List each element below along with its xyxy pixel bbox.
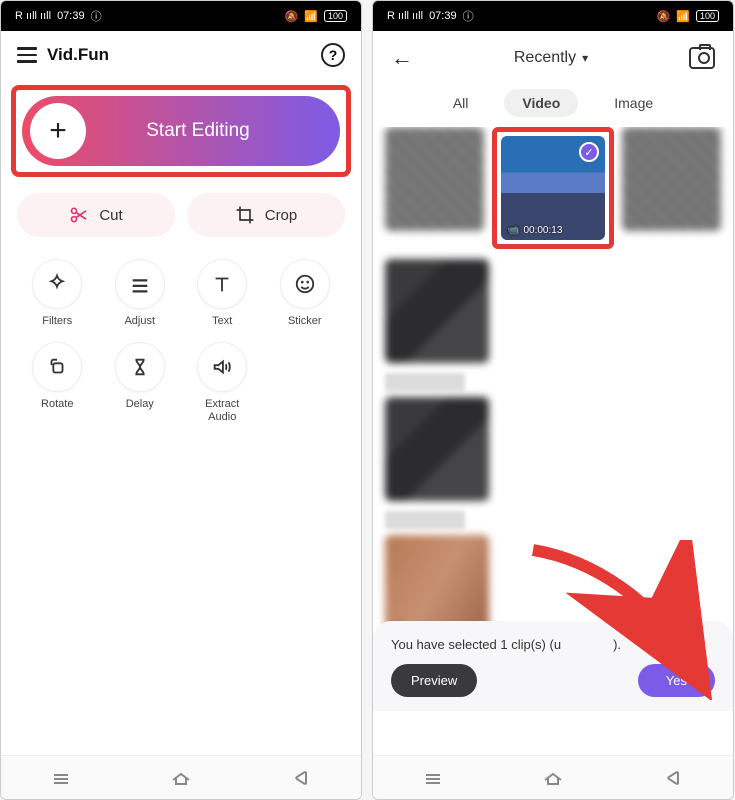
date-divider — [385, 511, 465, 529]
left-phone: R ııll ııll 07:39 ⓘ 🔕 📶 100 Vid.Fun ? + … — [0, 0, 362, 800]
help-icon[interactable]: ? — [321, 43, 345, 67]
right-phone: R ııll ııll 07:39 ⓘ 🔕 📶 100 ← Recently ▾… — [372, 0, 734, 800]
media-gallery[interactable]: ✓ 📹 00:00:13 📹 00:00:16 — [373, 127, 733, 651]
tool-text[interactable]: Text — [186, 259, 259, 328]
yes-button[interactable]: Yes — [638, 664, 715, 697]
android-nav-bar — [373, 755, 733, 799]
android-nav-bar — [1, 755, 361, 799]
smile-icon — [294, 273, 316, 295]
selected-video-highlight: ✓ 📹 00:00:13 — [492, 127, 614, 249]
recent-apps-icon[interactable] — [49, 766, 73, 790]
video-thumbnail-selected[interactable]: ✓ 📹 00:00:13 — [501, 136, 605, 240]
tool-label: Filters — [42, 315, 72, 328]
crop-button[interactable]: Crop — [187, 193, 345, 237]
home-screen: Vid.Fun ? + Start Editing Cut Crop Filte… — [1, 31, 361, 755]
selection-message: You have selected 1 clip(s) (uxxxxxxxx). — [391, 637, 715, 652]
signal-indicator: R ııll ııll — [387, 10, 423, 22]
video-duration: 📹 00:00:13 — [507, 225, 562, 236]
tool-delay[interactable]: Delay — [104, 342, 177, 424]
rotate-icon — [46, 356, 68, 378]
camera-icon[interactable] — [689, 47, 715, 69]
battery-indicator: 100 — [696, 10, 719, 22]
app-title: Vid.Fun — [47, 45, 321, 65]
tool-label: Text — [212, 315, 232, 328]
tab-image[interactable]: Image — [596, 89, 671, 117]
chevron-down-icon: ▾ — [582, 51, 588, 65]
crop-icon — [235, 205, 255, 225]
date-divider — [385, 373, 465, 391]
tool-label: Rotate — [41, 398, 73, 411]
tool-label: Delay — [126, 398, 154, 411]
home-icon[interactable] — [541, 766, 565, 790]
signal-indicator: R ııll ııll — [15, 10, 51, 22]
menu-icon[interactable] — [17, 47, 37, 63]
clock: 07:39 — [429, 10, 457, 22]
start-editing-button[interactable]: + Start Editing — [22, 96, 340, 166]
back-nav-icon[interactable] — [289, 766, 313, 790]
video-thumbnail[interactable] — [385, 397, 489, 501]
back-arrow-icon[interactable]: ← — [391, 45, 413, 71]
tool-sticker[interactable]: Sticker — [269, 259, 342, 328]
start-editing-highlight: + Start Editing — [11, 85, 351, 177]
tool-label: Extract Audio — [205, 398, 239, 424]
home-icon[interactable] — [169, 766, 193, 790]
tool-rotate[interactable]: Rotate — [21, 342, 94, 424]
status-bar: R ııll ııll 07:39 ⓘ 🔕 📶 100 — [373, 1, 733, 31]
hourglass-icon — [129, 356, 151, 378]
video-thumbnail[interactable] — [622, 127, 721, 231]
scissors-icon — [69, 205, 89, 225]
dropdown-label: Recently — [514, 49, 576, 67]
crop-label: Crop — [265, 207, 298, 224]
dnd-icon: 🔕 — [657, 10, 671, 23]
info-icon: ⓘ — [91, 8, 102, 24]
picker-screen: ← Recently ▾ All Video Image ✓ 📹 00:00:1… — [373, 31, 733, 755]
tool-adjust[interactable]: Adjust — [104, 259, 177, 328]
text-icon — [211, 273, 233, 295]
battery-indicator: 100 — [324, 10, 347, 22]
tool-filters[interactable]: Filters — [21, 259, 94, 328]
selected-check-icon: ✓ — [579, 142, 599, 162]
recent-apps-icon[interactable] — [421, 766, 445, 790]
tab-all[interactable]: All — [435, 89, 487, 117]
audio-icon — [211, 356, 233, 378]
tool-label: Sticker — [288, 315, 322, 328]
plus-icon: + — [30, 103, 86, 159]
preview-button[interactable]: Preview — [391, 664, 477, 697]
star-icon — [46, 273, 68, 295]
tool-extract-audio[interactable]: Extract Audio — [186, 342, 259, 424]
start-editing-label: Start Editing — [86, 120, 340, 142]
wifi-icon: 📶 — [676, 10, 690, 23]
dnd-icon: 🔕 — [285, 10, 299, 23]
adjust-icon — [129, 273, 151, 295]
tab-video[interactable]: Video — [504, 89, 578, 117]
cut-button[interactable]: Cut — [17, 193, 175, 237]
info-icon: ⓘ — [463, 8, 474, 24]
cut-label: Cut — [99, 207, 122, 224]
video-thumbnail[interactable] — [385, 259, 489, 363]
back-nav-icon[interactable] — [661, 766, 685, 790]
tool-label: Adjust — [124, 315, 155, 328]
folder-dropdown[interactable]: Recently ▾ — [514, 49, 588, 67]
video-thumbnail[interactable] — [385, 127, 484, 231]
clock: 07:39 — [57, 10, 85, 22]
status-bar: R ııll ııll 07:39 ⓘ 🔕 📶 100 — [1, 1, 361, 31]
wifi-icon: 📶 — [304, 10, 318, 23]
selection-bar: You have selected 1 clip(s) (uxxxxxxxx).… — [373, 621, 733, 711]
